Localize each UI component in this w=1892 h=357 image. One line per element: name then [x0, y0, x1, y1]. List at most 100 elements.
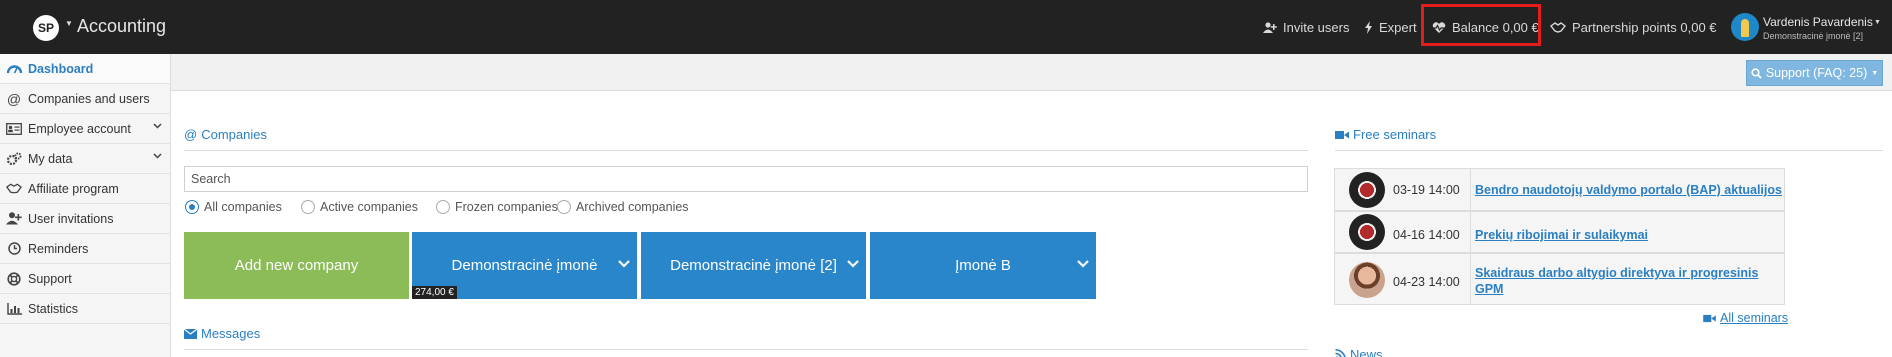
sidebar-item-label: Companies and users: [28, 91, 150, 106]
envelope-icon: [184, 328, 197, 339]
filter-all-companies[interactable]: All companies: [185, 200, 282, 214]
company-tile-name: Demonstracinė įmonė: [451, 257, 598, 274]
seminar-link[interactable]: Bendro naudotojų valdymo portalo (BAP) a…: [1475, 182, 1783, 198]
divider: [184, 150, 1308, 151]
support-faq-button[interactable]: Support (FAQ: 25) ▼: [1746, 60, 1883, 86]
handshake-icon: [1550, 22, 1566, 33]
seminar-link[interactable]: Skaidraus darbo altygio direktyva ir pro…: [1475, 265, 1783, 297]
sidebar-item-label: Reminders: [28, 241, 89, 256]
user-plus-icon: [6, 211, 22, 227]
company-tile[interactable]: Demonstracinė įmonė [2]: [641, 232, 866, 299]
company-tile-name: Įmonė B: [955, 257, 1011, 274]
filter-label: Frozen companies: [455, 200, 558, 214]
invite-users-label: Invite users: [1283, 20, 1350, 35]
all-seminars-label: All seminars: [1720, 311, 1789, 325]
rss-icon: [1335, 349, 1346, 357]
invite-users-link[interactable]: Invite users: [1263, 20, 1349, 35]
partnership-points-link[interactable]: Partnership points 0,00 €: [1550, 20, 1717, 35]
balance-highlight-box: [1421, 4, 1541, 46]
radio-button[interactable]: [436, 200, 450, 214]
chevron-down-icon: [153, 123, 162, 129]
sidebar-item-label: Dashboard: [28, 61, 94, 76]
radio-button[interactable]: [557, 200, 571, 214]
caret-down-icon: ▼: [1871, 69, 1879, 77]
company-tile[interactable]: Įmonė B: [870, 232, 1096, 299]
filter-label: All companies: [204, 200, 282, 214]
seminar-date: 03-19 14:00: [1393, 183, 1460, 197]
company-balance-badge: 274,00 €: [412, 286, 457, 299]
seminar-link[interactable]: Prekių ribojimai ir sulaikymai: [1475, 227, 1783, 243]
filter-archived-companies[interactable]: Archived companies: [557, 200, 689, 214]
add-new-company-button[interactable]: Add new company: [184, 232, 409, 299]
expert-link[interactable]: Expert: [1364, 20, 1417, 35]
sidebar-item-support[interactable]: Support: [0, 264, 170, 294]
chevron-down-icon: [153, 153, 162, 159]
at-icon: @: [6, 90, 22, 107]
filter-label: Active companies: [320, 200, 418, 214]
id-card-icon: [6, 121, 22, 137]
seminars-section-title: Free seminars: [1335, 127, 1436, 142]
at-icon: @: [184, 127, 198, 142]
app-logo[interactable]: SP: [33, 15, 59, 41]
video-camera-icon: [1703, 314, 1716, 322]
column-divider: [1470, 168, 1471, 305]
divider: [1335, 150, 1883, 151]
sidebar-item-label: My data: [28, 151, 73, 166]
sidebar-item-companies-and-users[interactable]: @ Companies and users: [0, 84, 170, 114]
life-ring-icon: [6, 271, 22, 287]
user-plus-icon: [1263, 21, 1277, 33]
avatar[interactable]: [1731, 13, 1759, 41]
dashboard-icon: [6, 61, 22, 77]
sidebar-item-label: Affiliate program: [28, 181, 119, 196]
messages-section-title: Messages: [184, 326, 260, 341]
sidebar: Dashboard @ Companies and users Employee…: [0, 54, 171, 357]
logo-caret-icon[interactable]: ▼: [65, 19, 73, 28]
companies-section-title: @ Companies: [184, 127, 267, 142]
seminar-date: 04-16 14:00: [1393, 228, 1460, 242]
sub-header: [171, 54, 1892, 91]
news-title-label: News: [1350, 347, 1383, 357]
gears-icon: [6, 151, 22, 167]
chevron-down-icon[interactable]: [1077, 260, 1089, 268]
companies-title-label: Companies: [201, 127, 267, 142]
handshake-icon: [6, 181, 22, 197]
sidebar-item-reminders[interactable]: Reminders: [0, 234, 170, 264]
user-name[interactable]: Vardenis Pavardenis: [1763, 15, 1873, 29]
partnership-points-label: Partnership points 0,00 €: [1572, 20, 1717, 35]
company-search-input[interactable]: [184, 166, 1308, 192]
messages-title-label: Messages: [201, 326, 261, 341]
search-icon: [1751, 67, 1762, 79]
company-tile-name: Demonstracinė įmonė [2]: [670, 257, 837, 274]
seminar-date: 04-23 14:00: [1393, 275, 1460, 289]
sidebar-item-affiliate-program[interactable]: Affiliate program: [0, 174, 170, 204]
chevron-down-icon[interactable]: [847, 260, 859, 268]
seminar-image-speaker: [1349, 262, 1385, 298]
user-menu-caret-icon[interactable]: ▼: [1874, 19, 1881, 26]
sidebar-item-label: User invitations: [28, 211, 114, 226]
sidebar-item-employee-account[interactable]: Employee account: [0, 114, 170, 144]
company-tile[interactable]: Demonstracinė įmonė 274,00 €: [412, 232, 637, 299]
sidebar-item-statistics[interactable]: Statistics: [0, 294, 170, 324]
radio-button[interactable]: [185, 200, 199, 214]
radio-button[interactable]: [301, 200, 315, 214]
video-camera-icon: [1335, 130, 1349, 139]
sidebar-item-my-data[interactable]: My data: [0, 144, 170, 174]
news-section-title: News: [1335, 347, 1383, 357]
sidebar-item-label: Support: [28, 271, 72, 286]
chevron-down-icon[interactable]: [618, 260, 630, 268]
bar-chart-icon: [6, 301, 22, 317]
sidebar-item-label: Statistics: [28, 301, 79, 316]
seminar-image-crest: [1349, 172, 1385, 208]
filter-frozen-companies[interactable]: Frozen companies: [436, 200, 558, 214]
all-seminars-link[interactable]: All seminars: [1703, 311, 1788, 325]
sidebar-item-dashboard[interactable]: Dashboard: [0, 54, 170, 84]
bolt-icon: [1365, 21, 1372, 34]
sidebar-item-user-invitations[interactable]: User invitations: [0, 204, 170, 234]
clock-icon: [6, 241, 22, 257]
expert-label: Expert: [1379, 20, 1417, 35]
filter-active-companies[interactable]: Active companies: [301, 200, 418, 214]
divider: [184, 349, 1308, 350]
seminars-title-label: Free seminars: [1353, 127, 1437, 142]
app-title[interactable]: Accounting: [77, 16, 166, 37]
sidebar-item-label: Employee account: [28, 121, 131, 136]
